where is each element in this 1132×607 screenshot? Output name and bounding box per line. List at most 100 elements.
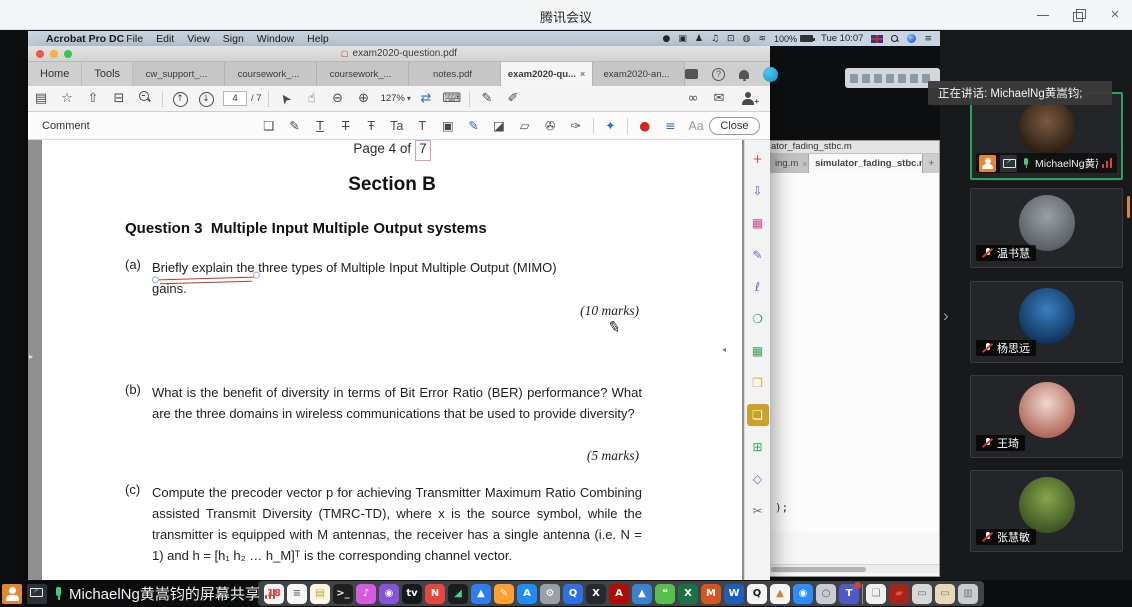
zoom-out-icon[interactable]: ⊖: [325, 91, 351, 106]
participant-tile[interactable]: 王琦: [970, 375, 1123, 458]
zoom-level-select[interactable]: 127%: [381, 93, 405, 104]
help-icon[interactable]: ?: [712, 68, 725, 81]
menubar-menu-item[interactable]: Window: [257, 33, 294, 45]
document-tab[interactable]: coursework_...: [225, 62, 317, 86]
dock-stocks[interactable]: ◢: [448, 584, 468, 604]
editor-tab-inactive[interactable]: ing.m×: [769, 154, 809, 173]
editor-save-icon[interactable]: [850, 74, 858, 83]
participant-tile[interactable]: 温书慧: [970, 188, 1123, 268]
keep-tool-pin-icon[interactable]: ✦: [598, 118, 624, 133]
eraser-icon[interactable]: ◪: [486, 118, 512, 133]
dock-divider[interactable]: [862, 584, 863, 604]
close-comment-button[interactable]: Close: [709, 117, 760, 135]
document-tab[interactable]: exam2020-an...: [593, 62, 685, 86]
more-tools-icon[interactable]: ✂: [747, 500, 769, 522]
highlight-icon[interactable]: ✎: [282, 118, 308, 133]
notification-center-icon[interactable]: ≡: [924, 34, 932, 44]
replace-text-icon[interactable]: Ŧ: [358, 119, 384, 133]
dock-keychain[interactable]: ○: [816, 584, 836, 604]
next-page-icon[interactable]: ↓: [193, 90, 219, 107]
document-tab[interactable]: coursework_...: [317, 62, 409, 86]
collapse-rail-arrow-icon[interactable]: ◂: [722, 345, 726, 354]
close-button[interactable]: ×: [1108, 8, 1122, 22]
editor-code-area[interactable]: ); UTF-8 script: [769, 173, 939, 532]
tab-close-icon[interactable]: ×: [580, 69, 585, 79]
minimize-button[interactable]: [1036, 8, 1050, 22]
copy-pages-icon[interactable]: ❐: [747, 372, 769, 394]
text-style-icon[interactable]: Aa: [683, 119, 709, 133]
dock-window-1[interactable]: ▭: [912, 584, 932, 604]
editor-copy-icon[interactable]: [874, 74, 882, 83]
fit-width-icon[interactable]: ⌨: [439, 91, 465, 106]
color-swatch-icon[interactable]: ●: [632, 118, 658, 133]
link-icon[interactable]: ∞: [680, 91, 706, 106]
clipboard-status-icon[interactable]: ⊡: [727, 34, 735, 44]
comment-count-icon[interactable]: [685, 69, 698, 79]
stamp-icon[interactable]: ▱: [512, 118, 538, 133]
underline-text-icon[interactable]: T: [307, 119, 333, 133]
dock-documents[interactable]: ❏: [866, 584, 886, 604]
spotlight-search-icon[interactable]: [891, 35, 899, 43]
account-avatar[interactable]: [763, 67, 778, 82]
request-signature-icon[interactable]: ✎: [747, 244, 769, 266]
share-icon[interactable]: ⇧: [80, 91, 106, 106]
participant-tile[interactable]: 杨思远: [970, 281, 1123, 363]
menubar-menu-item[interactable]: File: [126, 33, 143, 45]
sticky-note-icon[interactable]: ❏: [256, 118, 282, 133]
annotate-pen-icon[interactable]: ✎: [474, 91, 500, 106]
comment-tool-icon[interactable]: ❏: [747, 404, 769, 426]
add-text-icon[interactable]: T: [410, 119, 436, 133]
dock-keynote[interactable]: ▲: [471, 584, 491, 604]
user-status-icon[interactable]: ♟: [695, 34, 703, 44]
print-production-icon[interactable]: ⊞: [747, 436, 769, 458]
zoom-caret-icon[interactable]: ▾: [407, 94, 411, 103]
dock-terminal[interactable]: >_: [333, 584, 353, 604]
nav-tab[interactable]: Home: [28, 62, 82, 86]
export-excel-icon[interactable]: ▦: [747, 340, 769, 362]
notify-status-icon[interactable]: ♫: [711, 34, 719, 44]
document-tab[interactable]: cw_support_...: [133, 62, 225, 86]
dock-appletv[interactable]: tv: [402, 584, 422, 604]
participant-tile[interactable]: 张慧敏: [970, 470, 1123, 552]
create-pdf-icon[interactable]: +: [747, 148, 769, 170]
pdf-page[interactable]: Page 4 of7 Section B Question 3 Multiple…: [42, 140, 742, 580]
dock-xcode[interactable]: X: [586, 584, 606, 604]
dock-quicktime[interactable]: Q: [563, 584, 583, 604]
document-tab[interactable]: exam2020-qu...×: [501, 62, 593, 86]
menubar-menu-item[interactable]: View: [187, 33, 210, 45]
text-box-icon[interactable]: ▣: [435, 118, 461, 133]
dock-qq[interactable]: Q: [747, 584, 767, 604]
previous-page-icon[interactable]: ↑: [167, 90, 193, 107]
dock-zoom[interactable]: ◉: [793, 584, 813, 604]
menubar-menu-item[interactable]: Sign: [223, 33, 244, 45]
expand-panel-arrow-icon[interactable]: ▸: [29, 352, 33, 361]
select-cursor-icon[interactable]: ➤: [272, 84, 299, 114]
dock-wechat[interactable]: ❝: [655, 584, 675, 604]
editor-tab-active[interactable]: simulator_fading_stbc.m×: [809, 154, 923, 173]
meeting-status-icon[interactable]: ▣: [678, 34, 687, 44]
dock-reminders[interactable]: ≡: [287, 584, 307, 604]
mail-icon[interactable]: ✉: [706, 91, 732, 106]
dock-word[interactable]: W: [724, 584, 744, 604]
dock-blue-app[interactable]: ▲: [632, 584, 652, 604]
line-thickness-icon[interactable]: ≡: [658, 118, 684, 133]
dock-pages[interactable]: ✎: [494, 584, 514, 604]
editor-paste-icon[interactable]: [886, 74, 894, 83]
document-tab[interactable]: notes.pdf: [409, 62, 501, 86]
insert-text-icon[interactable]: Ta: [384, 119, 410, 133]
menubar-app-name[interactable]: Acrobat Pro DC: [46, 33, 124, 45]
protect-icon[interactable]: ◇: [747, 468, 769, 490]
dock-acrobat[interactable]: A: [609, 584, 629, 604]
hand-tool-icon[interactable]: ☝: [299, 91, 325, 106]
zoom-in-icon[interactable]: ⊕: [351, 91, 377, 106]
dock-podcasts[interactable]: ◉: [379, 584, 399, 604]
scrolling-mode-icon[interactable]: ⇄: [413, 91, 439, 106]
star-icon[interactable]: ☆: [54, 91, 80, 106]
record-status-icon[interactable]: ●: [663, 34, 671, 44]
search-zoom-icon[interactable]: [132, 91, 158, 106]
wifi-icon[interactable]: ≋: [758, 34, 766, 44]
dock-matlab[interactable]: M: [701, 584, 721, 604]
editor-undo-icon[interactable]: [898, 74, 906, 83]
save-icon[interactable]: ▤: [28, 91, 54, 106]
panel-scrollbar-thumb[interactable]: [1127, 196, 1130, 218]
